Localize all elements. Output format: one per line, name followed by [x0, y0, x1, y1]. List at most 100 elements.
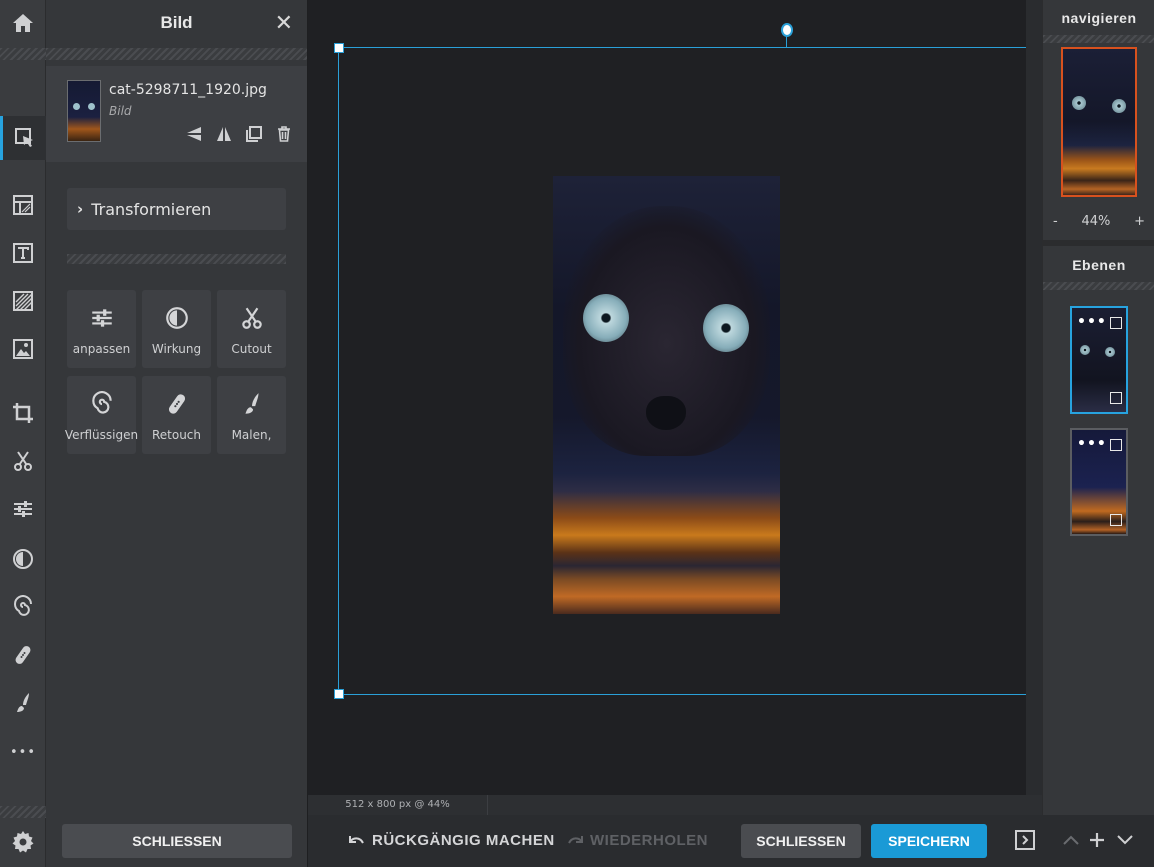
liquify-icon [14, 595, 32, 616]
selection-edge-top [338, 47, 1026, 48]
file-card: cat-5298711_1920.jpg Bild [46, 66, 307, 162]
navigator-thumbnail[interactable] [1061, 47, 1137, 197]
cat-nose [646, 396, 686, 430]
tool-tile-effect[interactable]: Wirkung [142, 290, 211, 368]
resize-handle-bottom-left[interactable] [334, 689, 344, 699]
flip-horizontal-icon [217, 127, 231, 141]
panel-header: Bild ✕ [46, 0, 307, 46]
select-tool-button[interactable] [0, 116, 46, 160]
trash-icon [278, 126, 290, 142]
tool-tile-cutout[interactable]: Cutout [217, 290, 286, 368]
crop-icon [13, 403, 33, 423]
more-icon: ••• [9, 744, 36, 760]
section-divider [67, 254, 286, 264]
transform-section-toggle[interactable]: › Transformieren [67, 188, 286, 230]
effect-icon [13, 549, 33, 569]
selection-edge-bottom [338, 694, 1026, 695]
more-tools-button[interactable]: ••• [0, 732, 46, 772]
panel-toggle-icon [1015, 830, 1035, 850]
right-panel: navigieren - 44% + Ebenen ••• ••• [1042, 0, 1154, 815]
cutout-icon [14, 451, 32, 471]
brush-icon [238, 390, 266, 418]
flip-horizontal-button[interactable] [214, 124, 234, 144]
layers-title: Ebenen [1072, 257, 1126, 273]
zoom-control: - 44% + [1043, 210, 1154, 232]
tool-tile-label: Malen, [231, 428, 272, 442]
close-icon[interactable]: ✕ [275, 11, 293, 36]
settings-button[interactable] [0, 822, 46, 862]
file-type: Bild [109, 104, 132, 118]
liquify-tool-button[interactable] [0, 587, 46, 627]
settings-icon [12, 831, 34, 853]
redo-button[interactable]: WIEDERHOLEN [566, 832, 708, 849]
layer-item-cat[interactable]: ••• [1070, 306, 1128, 414]
visibility-checkbox-icon[interactable] [1110, 514, 1122, 526]
flip-vertical-button[interactable] [184, 124, 204, 144]
cutout-tool-button[interactable] [0, 441, 46, 481]
layer-item-sunset[interactable]: ••• [1070, 428, 1128, 536]
resize-handle-top-left[interactable] [334, 43, 344, 53]
layer-menu-icon[interactable]: ••• [1077, 436, 1107, 452]
toggle-panel-button[interactable] [1014, 829, 1036, 851]
paint-icon [17, 693, 29, 712]
duplicate-icon [246, 126, 262, 142]
rail-divider [0, 48, 46, 60]
plus-icon[interactable] [1086, 829, 1108, 851]
canvas-area[interactable] [308, 0, 1026, 795]
contrast-icon [163, 304, 191, 332]
home-icon [13, 14, 33, 32]
canvas-size-status: 512 x 800 px @ 44% [308, 795, 488, 815]
layout-tool-button[interactable] [0, 185, 46, 225]
right-divider [1043, 35, 1154, 43]
text-tool-button[interactable] [0, 233, 46, 273]
undo-button[interactable]: RÜCKGÄNGIG MACHEN [348, 832, 555, 849]
transform-label: Transformieren [91, 199, 212, 219]
paint-tool-button[interactable] [0, 683, 46, 723]
tool-rail: ••• [0, 0, 46, 867]
chevron-down-icon[interactable] [1114, 829, 1136, 851]
properties-panel: Bild ✕ cat-5298711_1920.jpg Bild › Trans… [46, 0, 307, 867]
texture-tool-button[interactable] [0, 281, 46, 321]
rail-divider-bottom [0, 806, 46, 818]
spiral-icon [88, 390, 116, 418]
navigate-title: navigieren [1061, 10, 1137, 26]
tool-tile-paint[interactable]: Malen, [217, 376, 286, 454]
undo-label: RÜCKGÄNGIG MACHEN [372, 832, 555, 849]
panel-close-button[interactable]: SCHLIESSEN [62, 824, 292, 858]
right-divider-3 [1043, 282, 1154, 290]
crop-tool-button[interactable] [0, 393, 46, 433]
cat-eye-right [703, 304, 749, 352]
tool-tile-label: Cutout [231, 342, 272, 356]
effect-tool-button[interactable] [0, 539, 46, 579]
image-icon [1110, 439, 1122, 451]
tool-tile-label: Retouch [151, 428, 202, 442]
visibility-checkbox-icon[interactable] [1110, 392, 1122, 404]
close-button[interactable]: SCHLIESSEN [741, 824, 861, 858]
home-button[interactable] [0, 3, 46, 43]
retouch-tool-button[interactable] [0, 635, 46, 675]
rotation-handle[interactable] [781, 23, 793, 37]
flip-vertical-icon [187, 127, 201, 141]
adjust-tool-button[interactable] [0, 489, 46, 529]
zoom-in-button[interactable]: + [1134, 214, 1145, 229]
vertical-scrollbar[interactable] [1026, 0, 1042, 795]
canvas-image[interactable] [553, 176, 780, 614]
status-bar: 512 x 800 px @ 44% [308, 795, 1042, 815]
tool-tile-label: anpassen [72, 342, 131, 356]
zoom-out-button[interactable]: - [1053, 214, 1058, 229]
tool-tile-liquify[interactable]: Verflüssigen [65, 376, 138, 454]
tool-tile-adjust[interactable]: anpassen [67, 290, 136, 368]
selection-edge-left [338, 47, 339, 695]
duplicate-button[interactable] [244, 124, 264, 144]
adjust-icon [14, 501, 32, 517]
file-actions [184, 124, 294, 144]
layer-menu-icon[interactable]: ••• [1077, 314, 1107, 330]
image-tool-button[interactable] [0, 329, 46, 369]
chevron-up-icon[interactable] [1060, 829, 1082, 851]
delete-button[interactable] [274, 124, 294, 144]
save-button[interactable]: SPEICHERN [871, 824, 987, 858]
photo-editor-app: ••• Bild ✕ cat-5298711_1920.jpg Bild › T… [0, 0, 1154, 867]
bandage-icon [163, 390, 191, 418]
tool-tile-retouch[interactable]: Retouch [142, 376, 211, 454]
cat-eye-left [583, 294, 629, 342]
